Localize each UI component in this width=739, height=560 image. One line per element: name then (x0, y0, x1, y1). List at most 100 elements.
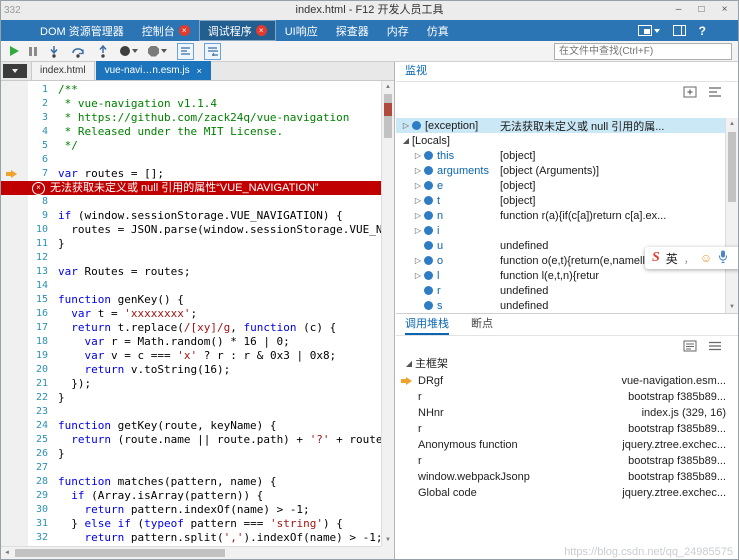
frame-list-options-button[interactable] (708, 340, 722, 352)
watch-row[interactable]: ▷arguments[object (Arguments)] (396, 163, 725, 178)
line-number[interactable]: 25 (28, 433, 48, 447)
code-line[interactable]: 30 return pattern.indexOf(name) > -1; (1, 503, 381, 517)
line-number[interactable]: 16 (28, 307, 48, 321)
code-line[interactable]: 6 (1, 153, 381, 167)
code-line[interactable]: 15function genKey() { (1, 293, 381, 307)
code-line[interactable]: 10 routes = JSON.parse(window.sessionSto… (1, 223, 381, 237)
line-number[interactable]: 4 (28, 125, 48, 139)
code-line[interactable]: 27 (1, 461, 381, 475)
line-number[interactable]: 24 (28, 419, 48, 433)
line-number[interactable]: 18 (28, 335, 48, 349)
main-tab-console[interactable]: 控制台× (133, 20, 199, 41)
code-line[interactable]: 14 (1, 279, 381, 293)
ime-toolbar[interactable]: S 英 ， ☺ (645, 247, 739, 269)
step-over-button[interactable] (71, 45, 86, 58)
sogou-logo-icon[interactable]: S (652, 250, 660, 266)
code-line[interactable]: 11} (1, 237, 381, 251)
line-number[interactable]: 1 (28, 83, 48, 97)
callstack-frame[interactable]: NHnrindex.js (329, 16) (396, 405, 738, 421)
code-line[interactable]: 7var routes = []; (1, 167, 381, 181)
line-number[interactable]: 3 (28, 111, 48, 125)
dock-button[interactable] (638, 25, 660, 36)
code-line[interactable]: 9if (window.sessionStorage.VUE_NAVIGATIO… (1, 209, 381, 223)
line-number[interactable]: 32 (28, 531, 48, 545)
watch-row[interactable]: ▷this[object] (396, 148, 725, 163)
watch-row[interactable]: sundefined (396, 298, 725, 313)
code-line[interactable]: 20 return v.toString(16); (1, 363, 381, 377)
expand-toggle-icon[interactable]: ▷ (412, 226, 424, 235)
line-number[interactable]: 17 (28, 321, 48, 335)
line-number[interactable]: 7 (28, 167, 48, 181)
code-editor[interactable]: 1/**2 * vue-navigation v1.1.43 * https:/… (1, 81, 381, 546)
callstack-frame[interactable]: Anonymous functionjquery.ztree.exchec... (396, 437, 738, 453)
code-line[interactable]: 24function getKey(route, keyName) { (1, 419, 381, 433)
file-tab-vue-navigation[interactable]: vue-navi…n.esm.js× (96, 61, 211, 80)
line-number[interactable]: 19 (28, 349, 48, 363)
code-line[interactable]: 18 var r = Math.random() * 16 | 0; (1, 335, 381, 349)
expand-toggle-icon[interactable]: ◢ (403, 359, 415, 368)
code-line[interactable]: 16 var t = 'xxxxxxxx'; (1, 307, 381, 321)
editor-horizontal-scrollbar[interactable]: ◄ (1, 546, 381, 559)
code-line[interactable]: 3 * https://github.com/zack24q/vue-navig… (1, 111, 381, 125)
main-tab-emulation[interactable]: 仿真 (418, 20, 458, 41)
callstack-frame[interactable]: Global codejquery.ztree.exchec... (396, 485, 738, 501)
line-number[interactable]: 26 (28, 447, 48, 461)
code-line[interactable]: 1/** (1, 83, 381, 97)
code-line[interactable]: 19 var v = c === 'x' ? r : r & 0x3 | 0x8… (1, 349, 381, 363)
main-tab-dom-explorer[interactable]: DOM 资源管理器 (31, 20, 133, 41)
close-button[interactable]: × (713, 1, 736, 19)
code-line[interactable]: 4 * Released under the MIT License. (1, 125, 381, 139)
event-breakpoints-button[interactable] (120, 46, 138, 56)
word-wrap-button[interactable] (204, 43, 221, 60)
pause-button[interactable] (29, 47, 37, 56)
expand-toggle-icon[interactable]: ▷ (412, 196, 424, 205)
line-number[interactable]: 11 (28, 237, 48, 251)
line-number[interactable]: 21 (28, 377, 48, 391)
watch-row[interactable]: ▷i (396, 223, 725, 238)
show-library-frames-button[interactable] (683, 340, 697, 352)
expand-toggle-icon[interactable]: ▷ (412, 211, 424, 220)
expand-toggle-icon[interactable]: ▷ (412, 166, 424, 175)
continue-button[interactable] (10, 46, 19, 56)
line-number[interactable]: 2 (28, 97, 48, 111)
code-line[interactable]: 2 * vue-navigation v1.1.4 (1, 97, 381, 111)
line-number[interactable]: 5 (28, 139, 48, 153)
file-tab-index-html[interactable]: index.html (31, 61, 95, 80)
vertical-scroll-thumb[interactable] (384, 94, 392, 138)
horizontal-scroll-thumb[interactable] (15, 549, 225, 557)
line-number[interactable]: 23 (28, 405, 48, 419)
code-line[interactable]: 17 return t.replace(/[xy]/g, function (c… (1, 321, 381, 335)
line-number[interactable]: 9 (28, 209, 48, 223)
line-number[interactable]: 22 (28, 391, 48, 405)
line-number[interactable]: 6 (28, 153, 48, 167)
callstack-frame[interactable]: DRgfvue-navigation.esm... (396, 373, 738, 389)
main-tab-memory[interactable]: 内存 (378, 20, 418, 41)
watch-row[interactable]: ▷nfunction r(a){if(c[a])return c[a].ex..… (396, 208, 725, 223)
callstack-frame[interactable]: rbootstrap f385b89... (396, 453, 738, 469)
add-watch-button[interactable] (683, 86, 697, 98)
watch-row[interactable]: ▷t[object] (396, 193, 725, 208)
watch-row[interactable]: ▷[exception]无法获取未定义或 null 引用的属... (396, 118, 725, 133)
code-line[interactable]: 23 (1, 405, 381, 419)
scroll-down-icon[interactable]: ▼ (726, 301, 738, 313)
layout-button[interactable] (673, 25, 686, 36)
maximize-button[interactable]: □ (690, 1, 713, 19)
line-number[interactable]: 30 (28, 503, 48, 517)
find-in-files-input[interactable] (554, 43, 732, 60)
code-line[interactable]: 21 }); (1, 377, 381, 391)
main-tab-profiler[interactable]: 探查器 (327, 20, 378, 41)
code-line[interactable]: 13var Routes = routes; (1, 265, 381, 279)
callstack-frame[interactable]: window.webpackJsonpbootstrap f385b89... (396, 469, 738, 485)
watch-scroll-thumb[interactable] (728, 132, 736, 202)
code-line[interactable]: 32 return pattern.split(',').indexOf(nam… (1, 531, 381, 545)
code-line[interactable]: 12 (1, 251, 381, 265)
code-line[interactable]: 22} (1, 391, 381, 405)
line-number[interactable]: 10 (28, 223, 48, 237)
help-button[interactable]: ? (699, 24, 706, 38)
watch-row[interactable]: rundefined (396, 283, 725, 298)
code-line[interactable]: 8 (1, 195, 381, 209)
code-line[interactable]: 26} (1, 447, 381, 461)
main-tab-ui-responsiveness[interactable]: UI响应 (276, 20, 327, 41)
expand-toggle-icon[interactable]: ▷ (412, 151, 424, 160)
watch-row[interactable]: ▷lfunction l(e,t,n){retur (396, 268, 725, 283)
